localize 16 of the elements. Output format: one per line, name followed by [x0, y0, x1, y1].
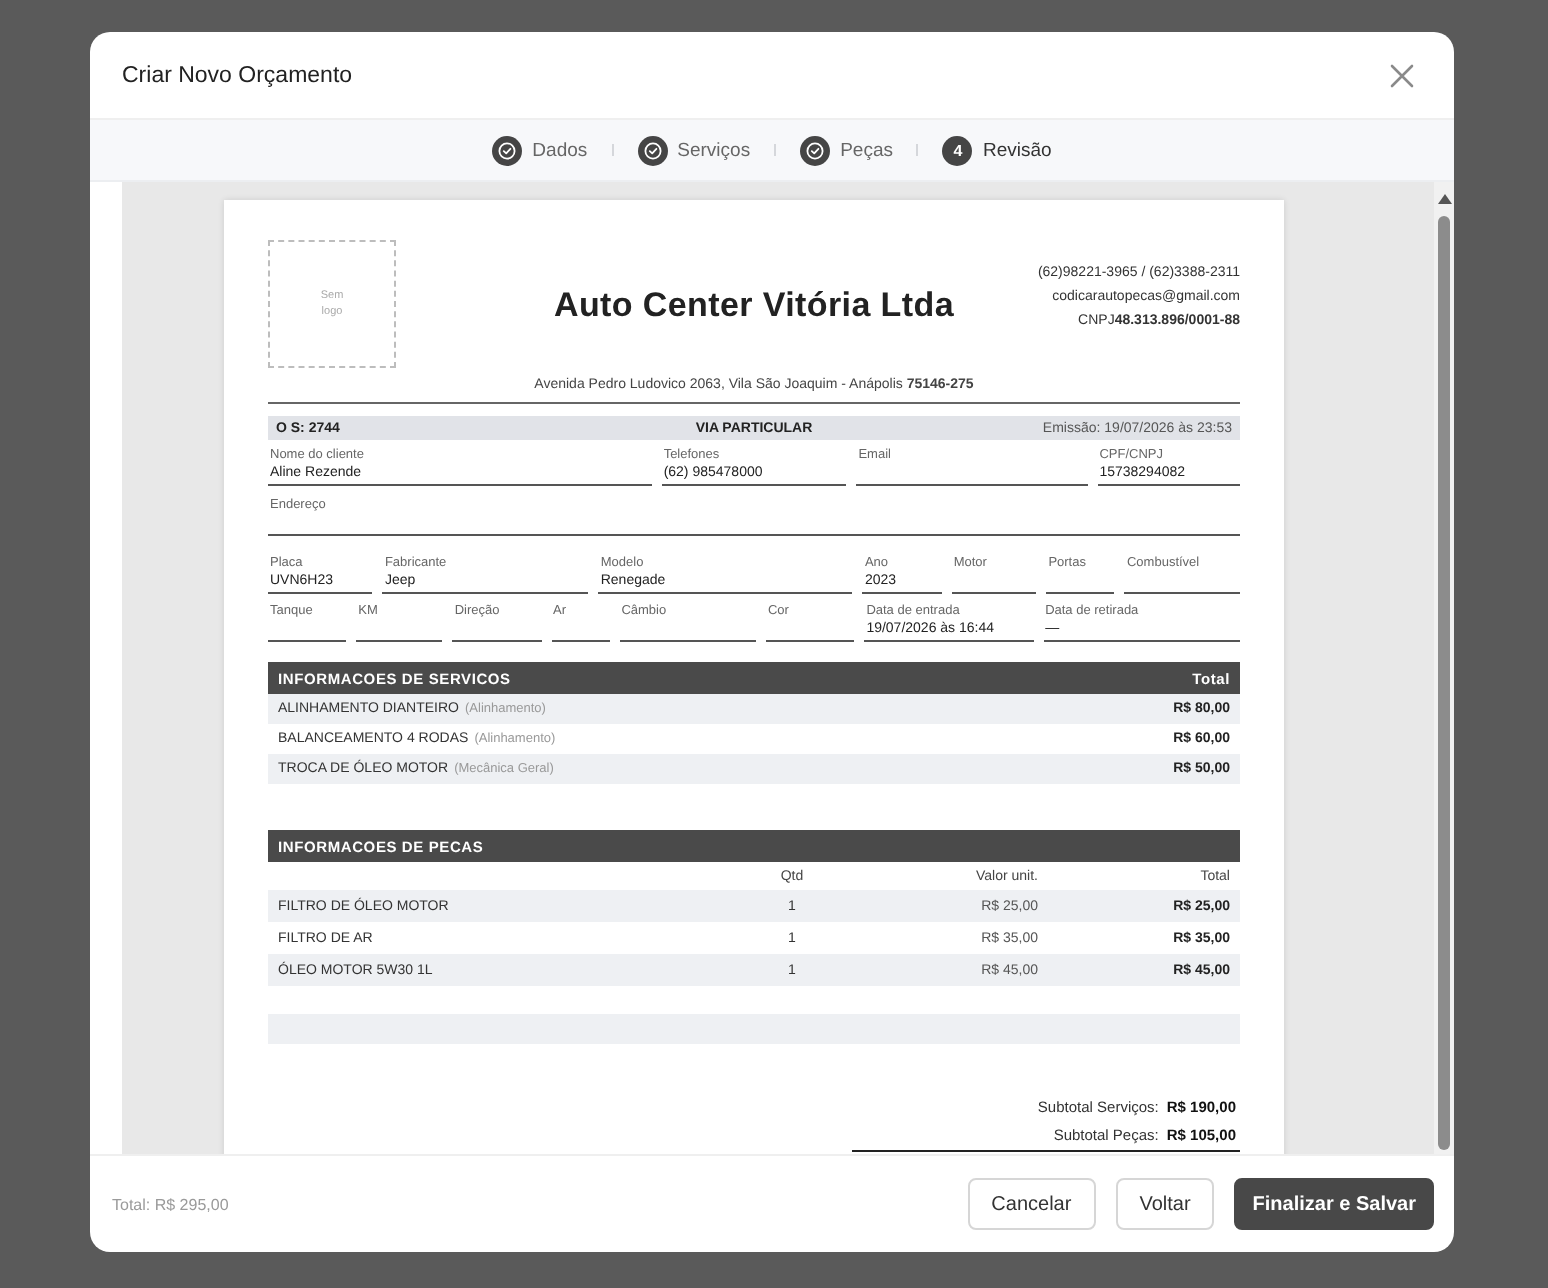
step-number: 4: [942, 135, 973, 165]
secondary-button[interactable]: Voltar: [1115, 1178, 1215, 1230]
finalize-button[interactable]: Finalizar e Salvar: [1234, 1178, 1434, 1230]
scrollbar-track[interactable]: [1434, 182, 1454, 1154]
company-name: Auto Center Vitória Ltda: [553, 284, 954, 326]
step-label: Revisão: [982, 139, 1052, 161]
close-button[interactable]: [1388, 61, 1416, 89]
scroll-up-icon[interactable]: [1437, 194, 1451, 204]
modal-title: Criar Novo Orçamento: [122, 63, 353, 87]
step-label: Dados: [532, 139, 588, 161]
footer-total: Total: R$ 295,00: [112, 1195, 229, 1213]
secondary-button[interactable]: Cancelar: [967, 1178, 1096, 1230]
close-icon: [1388, 61, 1416, 89]
step-label: Peças: [840, 139, 893, 161]
step-label: Serviços: [677, 139, 751, 161]
scrollbar-thumb[interactable]: [1438, 216, 1450, 1150]
